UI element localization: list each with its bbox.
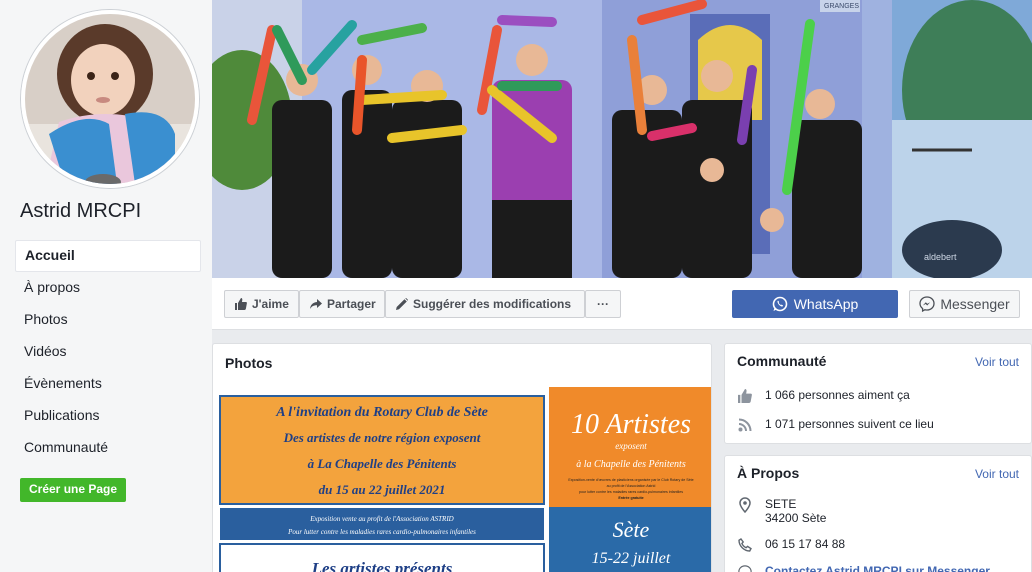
sidebar-nav: Accueil À propos Photos Vidéos Évènement… (15, 240, 201, 464)
community-likes-row: 1 066 personnes aiment ça (737, 388, 910, 404)
about-city: SETE (765, 497, 797, 511)
location-pin-icon (737, 497, 753, 513)
about-card: À Propos Voir tout SETE 34200 Sète 06 15… (724, 455, 1032, 572)
messenger-label: Messenger (940, 296, 1010, 312)
sidebar-item-publications[interactable]: Publications (15, 400, 201, 432)
poster2-sub1: exposent (615, 441, 647, 451)
sidebar-item-accueil[interactable]: Accueil (15, 240, 201, 272)
poster1-line4: du 15 au 22 juillet 2021 (319, 482, 446, 497)
sidebar-item-videos[interactable]: Vidéos (15, 336, 201, 368)
drum-text: aldebert (924, 252, 957, 262)
photos-title[interactable]: Photos (225, 355, 272, 371)
more-options-button[interactable]: ··· (585, 290, 621, 318)
about-postal: 34200 Sète (765, 511, 827, 525)
community-follows-text: 1 071 personnes suivent ce lieu (765, 417, 934, 431)
about-see-all-link[interactable]: Voir tout (975, 467, 1019, 481)
photos-card: Photos A l'invitation du Rotary Club de … (212, 343, 712, 572)
sidebar-item-evenements[interactable]: Évènements (15, 368, 201, 400)
thumbs-up-icon (235, 298, 247, 310)
poster2-city: Sète (613, 517, 650, 542)
poster2-dates: 15-22 juillet (592, 550, 671, 567)
page-name[interactable]: Astrid MRCPI (20, 200, 141, 223)
more-label: ··· (597, 297, 609, 311)
poster1-bottom: Les artistes présents (311, 559, 453, 572)
profile-picture[interactable] (21, 10, 199, 188)
about-phone[interactable]: 06 15 17 84 88 (765, 537, 845, 551)
whatsapp-button[interactable]: WhatsApp (732, 290, 898, 318)
about-phone-row: 06 15 17 84 88 (737, 537, 845, 553)
sidebar-item-photos[interactable]: Photos (15, 304, 201, 336)
share-button[interactable]: Partager (299, 290, 385, 318)
community-see-all-link[interactable]: Voir tout (975, 355, 1019, 369)
sidebar-item-communaute[interactable]: Communauté (15, 432, 201, 464)
poster1-band1: Exposition vente au profit de l'Associat… (309, 515, 453, 523)
poster1-line1: A l'invitation du Rotary Club de Sète (275, 405, 488, 420)
poster2-small1: Exposition-vente d'œuvres de plasticiens… (568, 478, 693, 482)
left-sidebar: Astrid MRCPI Accueil À propos Photos Vid… (0, 0, 212, 572)
about-address-row: SETE 34200 Sète (737, 497, 826, 525)
poster1-line2: Des artistes de notre région exposent (283, 430, 481, 445)
share-icon (310, 299, 322, 309)
poster1-line3: à La Chapelle des Pénitents (308, 456, 457, 471)
about-contact-link[interactable]: Contactez Astrid MRCPI sur Messenger (765, 564, 990, 572)
whatsapp-icon (772, 296, 788, 312)
like-label: J'aime (252, 297, 289, 311)
poster1-band2: Pour lutter contre les maladies rares ca… (287, 528, 476, 536)
rss-follow-icon (737, 417, 753, 433)
suggest-edits-label: Suggérer des modifications (413, 297, 572, 311)
messenger-button[interactable]: Messenger (909, 290, 1020, 318)
photo-poster-artistes[interactable]: 10 Artistes exposent à la Chapelle des P… (549, 387, 711, 572)
poster2-title: 10 Artistes (571, 409, 691, 440)
pencil-icon (396, 298, 408, 310)
poster2-small2: au profit de l'Association Astrid (607, 484, 656, 488)
page-action-bar: J'aime Partager Suggérer des modificatio… (212, 278, 1032, 330)
poster2-sub2: à la Chapelle des Pénitents (576, 459, 686, 470)
sidebar-item-a-propos[interactable]: À propos (15, 272, 201, 304)
community-follows-row: 1 071 personnes suivent ce lieu (737, 417, 934, 433)
poster2-small3: pour lutter contre les maladies rares ca… (579, 490, 683, 494)
community-likes-text: 1 066 personnes aiment ça (765, 388, 910, 402)
like-button[interactable]: J'aime (224, 290, 299, 318)
community-title[interactable]: Communauté (737, 353, 826, 369)
thumbs-up-icon (737, 388, 753, 404)
whatsapp-label: WhatsApp (793, 296, 859, 312)
suggest-edits-button[interactable]: Suggérer des modifications (385, 290, 585, 318)
photo-poster-rotary[interactable]: A l'invitation du Rotary Club de Sète De… (214, 384, 546, 572)
phone-icon (737, 537, 753, 553)
about-title[interactable]: À Propos (737, 465, 799, 481)
messenger-icon (737, 564, 753, 572)
cover-sign: GRANGES (824, 3, 859, 10)
create-page-button[interactable]: Créer une Page (20, 478, 127, 502)
about-messenger-row: Contactez Astrid MRCPI sur Messenger (737, 564, 990, 572)
messenger-icon (919, 296, 936, 312)
share-label: Partager (327, 297, 376, 311)
cover-photo[interactable]: GRANGES aldebert (212, 0, 1032, 278)
poster2-small4: Entrée gratuite (618, 496, 643, 500)
community-card: Communauté Voir tout 1 066 personnes aim… (724, 343, 1032, 444)
